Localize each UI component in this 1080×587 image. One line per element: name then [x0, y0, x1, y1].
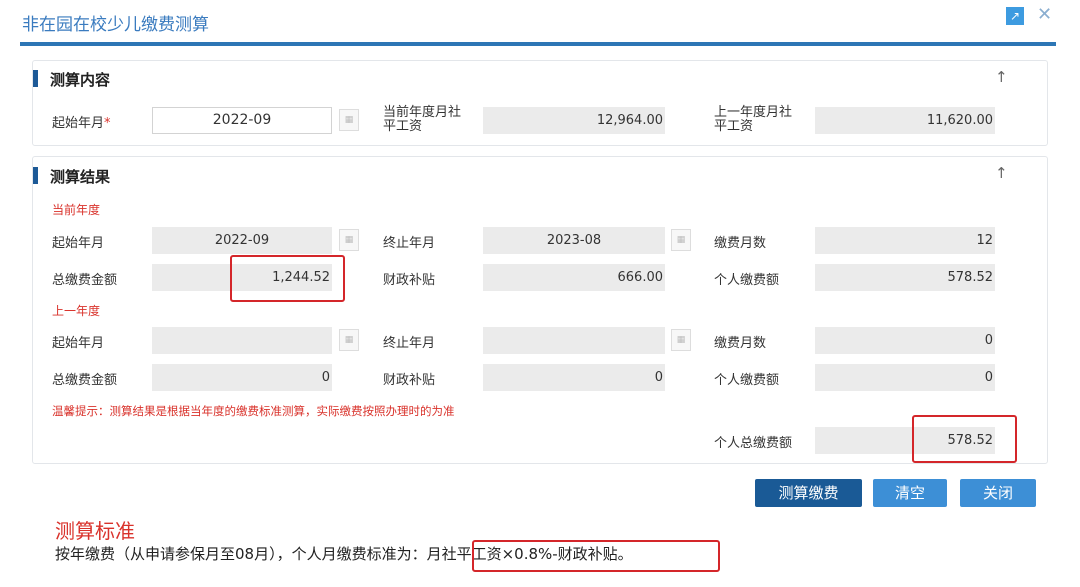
- cur-personal-field: 578.52: [815, 264, 995, 291]
- cur-subsidy-field: 666.00: [483, 264, 665, 291]
- prev-start-field: [152, 327, 332, 354]
- label: 起始年月: [52, 332, 104, 351]
- collapse-arrow-icon[interactable]: ↑: [995, 68, 1008, 86]
- warning-text: 温馨提示：测算结果是根据当年度的缴费标准测算，实际缴费按照办理时的为准: [52, 403, 455, 419]
- label: 个人总缴费额: [714, 432, 792, 451]
- section-title: 测算结果: [50, 166, 110, 187]
- prev-total-field: 0: [152, 364, 332, 391]
- prev-subsidy-field: 0: [483, 364, 665, 391]
- highlight-box: [472, 540, 720, 572]
- label: 财政补贴: [383, 369, 435, 388]
- prev-end-field: [483, 327, 665, 354]
- calculate-button[interactable]: 测算缴费: [755, 479, 862, 507]
- highlight-box: [230, 255, 345, 302]
- section-marker: [33, 167, 38, 184]
- label: 起始年月: [52, 232, 104, 251]
- label: 缴费月数: [714, 232, 766, 251]
- label: 终止年月: [383, 332, 435, 351]
- previous-year-heading: 上一年度: [52, 302, 100, 319]
- section-marker: [33, 70, 38, 87]
- standard-title: 测算标准: [55, 515, 135, 544]
- external-link-icon[interactable]: ↗: [1006, 7, 1024, 25]
- label: 总缴费金额: [52, 269, 117, 288]
- collapse-arrow-icon[interactable]: ↑: [995, 164, 1008, 182]
- calendar-icon: ▦: [671, 329, 691, 351]
- calendar-icon: ▦: [339, 229, 359, 251]
- prev-wage-label: 上一年度月社平工资: [714, 106, 792, 134]
- start-month-input[interactable]: 2022-09: [152, 107, 332, 134]
- cur-start-field: 2022-09: [152, 227, 332, 254]
- close-icon[interactable]: ✕: [1037, 4, 1052, 25]
- highlight-box: [912, 415, 1017, 463]
- cur-end-field: 2023-08: [483, 227, 665, 254]
- prev-personal-field: 0: [815, 364, 995, 391]
- label: 缴费月数: [714, 332, 766, 351]
- start-label: 起始年月*: [52, 112, 111, 131]
- section-title: 测算内容: [50, 69, 110, 90]
- calendar-icon: ▦: [671, 229, 691, 251]
- prev-months-field: 0: [815, 327, 995, 354]
- prev-wage-field: 11,620.00: [815, 107, 995, 134]
- label: 财政补贴: [383, 269, 435, 288]
- cur-wage-label: 当前年度月社平工资: [383, 106, 461, 134]
- calendar-icon[interactable]: ▦: [339, 109, 359, 131]
- title-divider: [20, 42, 1056, 46]
- current-year-heading: 当前年度: [52, 201, 100, 218]
- cur-months-field: 12: [815, 227, 995, 254]
- label: 个人缴费额: [714, 369, 779, 388]
- label: 终止年月: [383, 232, 435, 251]
- calendar-icon: ▦: [339, 329, 359, 351]
- clear-button[interactable]: 清空: [873, 479, 947, 507]
- window-title: 非在园在校少儿缴费测算: [22, 10, 209, 35]
- close-button[interactable]: 关闭: [960, 479, 1036, 507]
- cur-wage-field: 12,964.00: [483, 107, 665, 134]
- label: 总缴费金额: [52, 369, 117, 388]
- label: 个人缴费额: [714, 269, 779, 288]
